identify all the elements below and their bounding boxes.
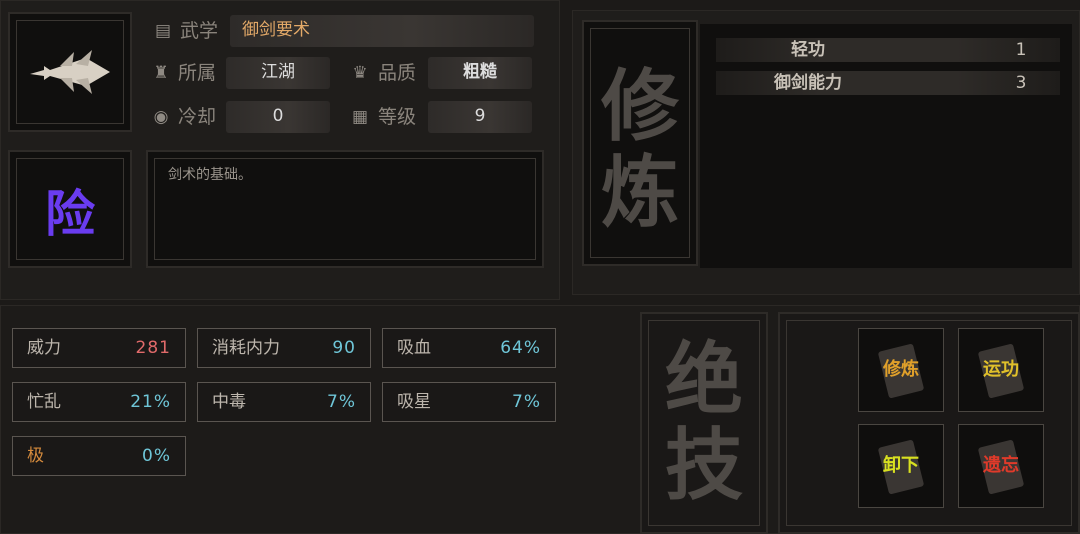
stat-value: 7% (327, 392, 356, 412)
stat-weili: 威力 281 (12, 328, 186, 368)
stat-name: 忙乱 (27, 392, 61, 412)
level-field: 9 (428, 101, 532, 133)
stat-value: 64% (500, 338, 541, 358)
stat-xixue: 吸血 64% (382, 328, 556, 368)
stat-name: 威力 (27, 338, 61, 358)
cooldown-field: 0 (226, 101, 330, 133)
crown-icon: ♛ (352, 63, 368, 83)
juezhi-frame: 绝 技 (640, 312, 768, 534)
stat-name: 消耗内力 (212, 338, 280, 358)
stat-xixing: 吸星 7% (382, 382, 556, 422)
stat-zhongdu: 中毒 7% (197, 382, 371, 422)
stat-mangluan: 忙乱 21% (12, 382, 186, 422)
xiexia-button[interactable]: 卸下 (858, 424, 944, 508)
xiulian-title-frame: 修 炼 (582, 20, 698, 266)
xiulian-attr-list: 轻功 1 御剑能力 3 (700, 24, 1072, 268)
stat-name: 极 (27, 446, 44, 466)
attr-row: 御剑能力 3 (716, 71, 1060, 95)
stat-value: 21% (130, 392, 171, 412)
wuxue-label: 武学 (180, 20, 219, 42)
description-text: 剑术的基础。 (168, 167, 252, 183)
sword-icon (30, 50, 110, 94)
xiexia-button-label: 卸下 (883, 455, 919, 476)
stat-name: 吸星 (397, 392, 431, 412)
juezhi-char-2: 技 (664, 420, 743, 511)
book-icon: ▤ (154, 21, 172, 41)
stat-value: 90 (332, 338, 356, 358)
attr-row: 轻功 1 (716, 38, 1060, 62)
skill-type-frame: 险 (8, 150, 132, 268)
xiulian-button-label: 修炼 (883, 359, 919, 380)
xiulian-char-1: 修 (600, 61, 679, 152)
stat-value: 281 (135, 338, 171, 358)
dengji-label: 等级 (378, 106, 417, 128)
stat-value: 0% (142, 446, 171, 466)
attr-name: 轻功 (791, 40, 825, 60)
yungong-button[interactable]: 运功 (958, 328, 1044, 412)
stat-ji: 极 0% (12, 436, 186, 476)
crest-icon: ♜ (153, 63, 169, 83)
eye-icon: ◉ (153, 107, 169, 127)
attr-name: 御剑能力 (774, 73, 842, 93)
pinzhi-field: 粗糙 (428, 57, 532, 89)
skill-name-field: 御剑要术 (230, 15, 534, 47)
xiulian-char-2: 炼 (600, 147, 679, 238)
suoshu-field: 江湖 (226, 57, 330, 89)
scroll-icon: ▦ (351, 107, 369, 127)
stat-name: 中毒 (212, 392, 246, 412)
yungong-button-label: 运功 (983, 359, 1019, 380)
stat-name: 吸血 (397, 338, 431, 358)
yiwang-button[interactable]: 遗忘 (958, 424, 1044, 508)
lengque-label: 冷却 (178, 106, 217, 128)
suoshu-label: 所属 (178, 62, 217, 84)
stat-xiaohao: 消耗内力 90 (197, 328, 371, 368)
description-box: 剑术的基础。 (146, 150, 544, 268)
skill-type-char: 险 (45, 184, 95, 243)
yiwang-button-label: 遗忘 (983, 455, 1019, 476)
attr-value: 1 (1015, 40, 1027, 60)
attr-value: 3 (1015, 73, 1027, 93)
juezhi-char-1: 绝 (664, 334, 743, 425)
skill-icon-frame (8, 12, 132, 132)
pinzhi-label: 品质 (378, 62, 417, 84)
xiulian-button[interactable]: 修炼 (858, 328, 944, 412)
stat-value: 7% (512, 392, 541, 412)
